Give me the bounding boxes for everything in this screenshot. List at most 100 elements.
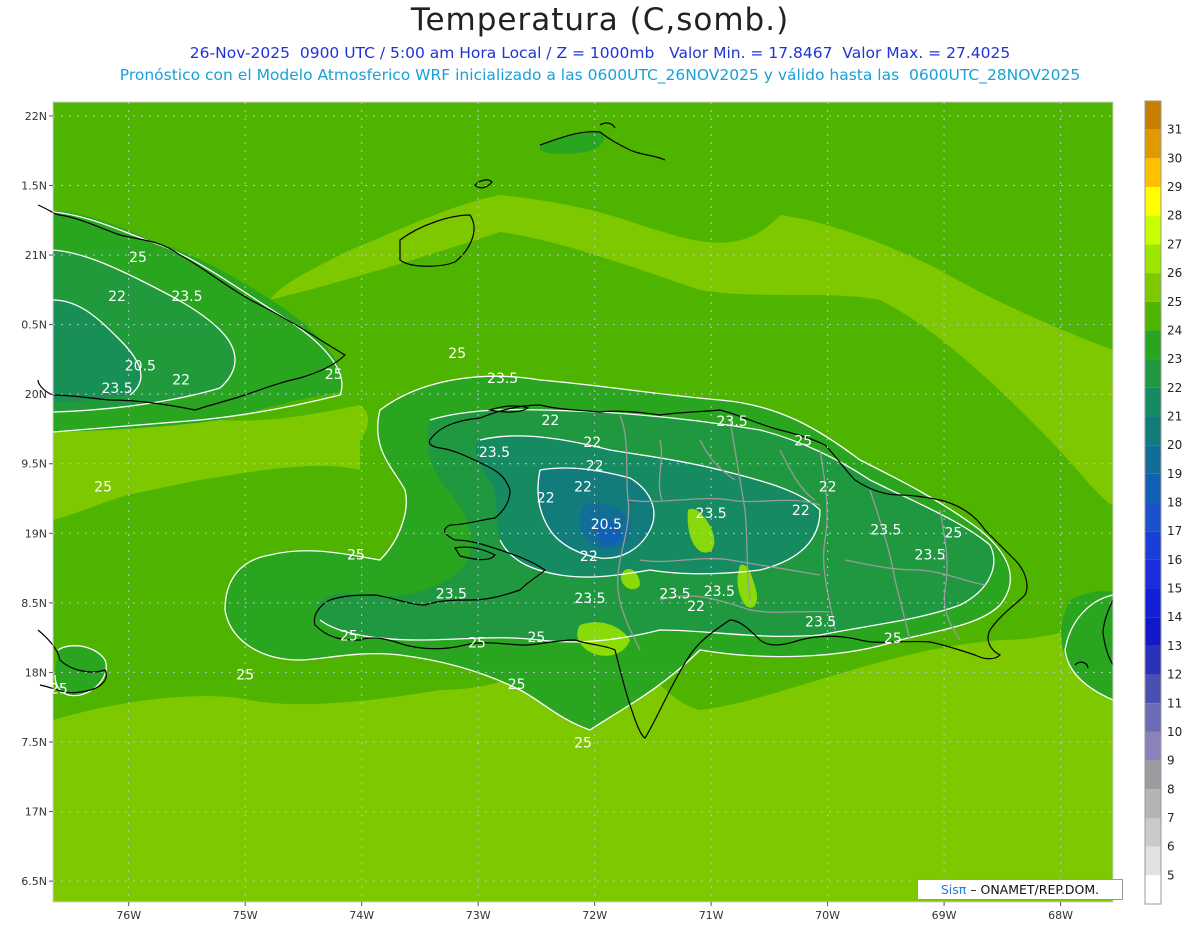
contour-label: 22 xyxy=(792,503,810,519)
colorbar-swatch xyxy=(1145,244,1161,274)
contour-label: 23.5 xyxy=(704,584,735,600)
lat-tick-label: 7.5N xyxy=(21,736,47,749)
contour-label: 22 xyxy=(108,289,126,305)
colorbar-swatch xyxy=(1145,445,1161,474)
contour-label: 22 xyxy=(586,459,604,475)
contour-label: 25 xyxy=(527,630,545,646)
lon-tick-label: 76W xyxy=(116,909,141,922)
contour-label: 23.5 xyxy=(915,548,946,564)
colorbar-swatch xyxy=(1145,387,1161,417)
contour-label: 23.5 xyxy=(805,615,836,631)
lat-tick-label: 0.5N xyxy=(21,319,47,332)
temperature-field xyxy=(53,102,1113,902)
contour-label: 25 xyxy=(945,525,963,541)
color-scale-bar: 31 30 29 28 27 26 25 24 23 22 21 20 19 18 17 16 15 14 13 12… xyxy=(1144,100,1182,905)
colorbar-swatch xyxy=(1145,789,1161,818)
lon-tick-label: 71W xyxy=(699,909,724,922)
contour-label: 25 xyxy=(347,548,365,564)
colorbar-swatch xyxy=(1145,330,1161,360)
temperature-map: 76W 75W 74W 73W 72W 71W 70W 69W 68W 22N 1.5N 21N 0.… xyxy=(21,100,1182,922)
colorbar-label: 31 xyxy=(1167,123,1182,137)
lat-tick-label: 20N xyxy=(25,388,47,401)
colorbar-label: 11 xyxy=(1167,696,1182,710)
contour-label: 25 xyxy=(236,667,254,683)
contour-label: 25 xyxy=(50,681,68,697)
colorbar-swatch xyxy=(1145,559,1161,589)
lat-tick-label: 19N xyxy=(25,527,47,540)
lat-tick-label: 9.5N xyxy=(21,458,47,471)
latitude-axis: 22N 1.5N 21N 0.5N 20N 9.5N 19N 8.5N 18N 7.5N 17N 6.… xyxy=(21,110,53,888)
contour-label: 25 xyxy=(884,631,902,647)
colorbar-label: 23 xyxy=(1167,352,1182,366)
lat-tick-label: 8.5N xyxy=(21,597,47,610)
colorbar-swatch xyxy=(1145,301,1161,331)
contour-label: 23.5 xyxy=(659,587,690,603)
colorbar-swatch xyxy=(1145,846,1161,876)
contour-label: 22 xyxy=(541,413,559,429)
contour-label: 22 xyxy=(819,480,837,496)
lon-tick-label: 75W xyxy=(233,909,258,922)
colorbar-swatch xyxy=(1145,416,1161,446)
contour-label: 20.5 xyxy=(125,359,156,375)
colorbar-label: 21 xyxy=(1167,409,1182,423)
colorbar-swatch xyxy=(1145,760,1161,790)
colorbar-label: 24 xyxy=(1167,323,1182,337)
contour-label: 23.5 xyxy=(696,506,727,522)
credit-box: Sisπ – ONAMET/REP.DOM. xyxy=(917,879,1123,900)
contour-label: 25 xyxy=(574,736,592,752)
colorbar-label: 8 xyxy=(1167,782,1175,796)
contour-label: 23.5 xyxy=(717,414,748,430)
colorbar-swatch xyxy=(1145,359,1161,388)
colorbar-label: 18 xyxy=(1167,496,1182,510)
contour-label: 22 xyxy=(172,372,190,388)
colorbar-label: 22 xyxy=(1167,381,1182,395)
contour-label: 22 xyxy=(583,435,601,451)
contour-label: 22 xyxy=(537,491,555,507)
contour-label: 25 xyxy=(129,250,147,266)
colorbar-label: 28 xyxy=(1167,209,1182,223)
colorbar-swatch xyxy=(1145,215,1161,245)
colorbar-label: 27 xyxy=(1167,237,1182,251)
colorbar-swatch xyxy=(1145,531,1161,560)
contour-label: 25 xyxy=(508,677,526,693)
colorbar-swatch xyxy=(1145,617,1161,646)
colorbar-swatch xyxy=(1145,502,1161,532)
lat-tick-label: 18N xyxy=(25,666,47,679)
contour-label: 23.5 xyxy=(171,289,202,305)
lat-tick-label: 6.5N xyxy=(21,875,47,888)
colorbar-swatch xyxy=(1145,645,1161,675)
contour-label: 25 xyxy=(794,434,812,450)
contour-label: 23.5 xyxy=(101,381,132,397)
colorbar-label: 30 xyxy=(1167,151,1182,165)
colorbar-swatch xyxy=(1145,101,1161,130)
colorbar-label: 25 xyxy=(1167,295,1182,309)
contour-label: 23.5 xyxy=(479,445,510,461)
colorbar-label: 6 xyxy=(1167,840,1175,854)
contour-label: 22 xyxy=(580,549,598,565)
contour-label: 23.5 xyxy=(870,523,901,539)
colorbar-label: 20 xyxy=(1167,438,1182,452)
longitude-axis: 76W 75W 74W 73W 72W 71W 70W 69W 68W xyxy=(116,902,1073,922)
lon-tick-label: 72W xyxy=(582,909,607,922)
lat-tick-label: 21N xyxy=(25,249,47,262)
lon-tick-label: 73W xyxy=(466,909,491,922)
contour-label: 22 xyxy=(687,599,705,615)
colorbar-label: 9 xyxy=(1167,754,1175,768)
contour-label: 23.5 xyxy=(487,371,518,387)
colorbar-label: 15 xyxy=(1167,582,1182,596)
contour-label: 20.5 xyxy=(591,517,622,533)
colorbar-label: 29 xyxy=(1167,180,1182,194)
lon-tick-label: 69W xyxy=(932,909,957,922)
colorbar-label: 26 xyxy=(1167,266,1182,280)
lon-tick-label: 68W xyxy=(1048,909,1073,922)
colorbar-swatch xyxy=(1145,674,1161,704)
colorbar-swatch xyxy=(1145,875,1161,904)
lat-tick-label: 22N xyxy=(25,110,47,123)
colorbar-label: 14 xyxy=(1167,610,1182,624)
colorbar-swatch xyxy=(1145,731,1161,761)
contour-label: 22 xyxy=(574,480,592,496)
credit-agency: – ONAMET/REP.DOM. xyxy=(966,882,1100,897)
lat-tick-label: 17N xyxy=(25,806,47,819)
contour-label: 23.5 xyxy=(436,587,467,603)
colorbar-swatch xyxy=(1145,273,1161,302)
